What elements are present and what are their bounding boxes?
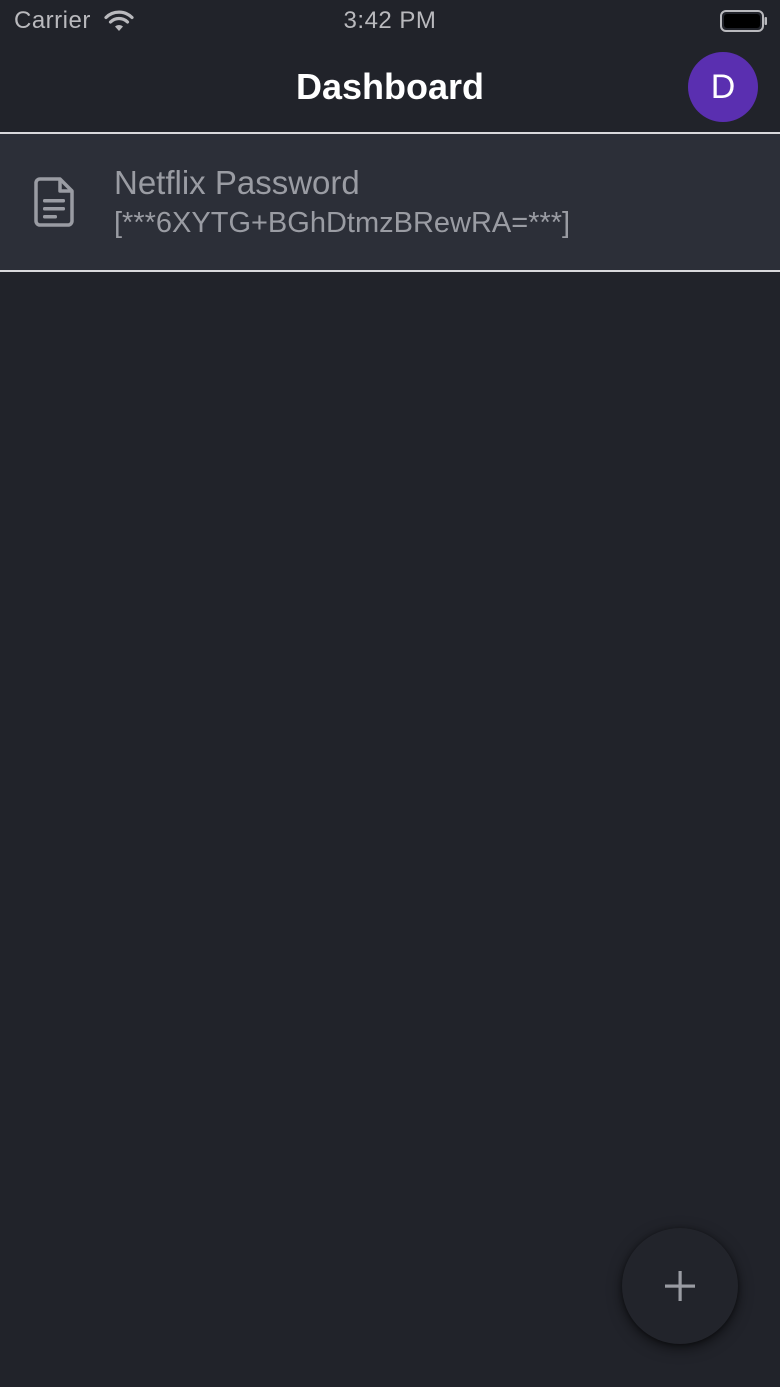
page-title: Dashboard — [295, 66, 485, 107]
battery-icon — [720, 10, 767, 32]
item-subtitle: [***6XYTG+BGhDtmzBRewRA=***] — [114, 207, 571, 239]
avatar[interactable]: D — [688, 52, 758, 122]
list-item[interactable]: Netflix Password [***6XYTG+BGhDtmzBRewRA… — [0, 134, 780, 272]
navigation-bar: Dashboard D — [0, 44, 780, 134]
dashboard-screen: Carrier 3:42 PM Dashboard D Netflix Pass… — [0, 0, 780, 1387]
document-icon — [34, 177, 74, 227]
add-item-button[interactable] — [622, 1228, 738, 1344]
status-time: 3:42 PM — [343, 7, 437, 34]
status-bar: Carrier 3:42 PM — [0, 0, 780, 44]
item-title: Netflix Password — [114, 164, 360, 201]
plus-icon — [665, 1271, 695, 1301]
secrets-list: Netflix Password [***6XYTG+BGhDtmzBRewRA… — [0, 134, 780, 272]
